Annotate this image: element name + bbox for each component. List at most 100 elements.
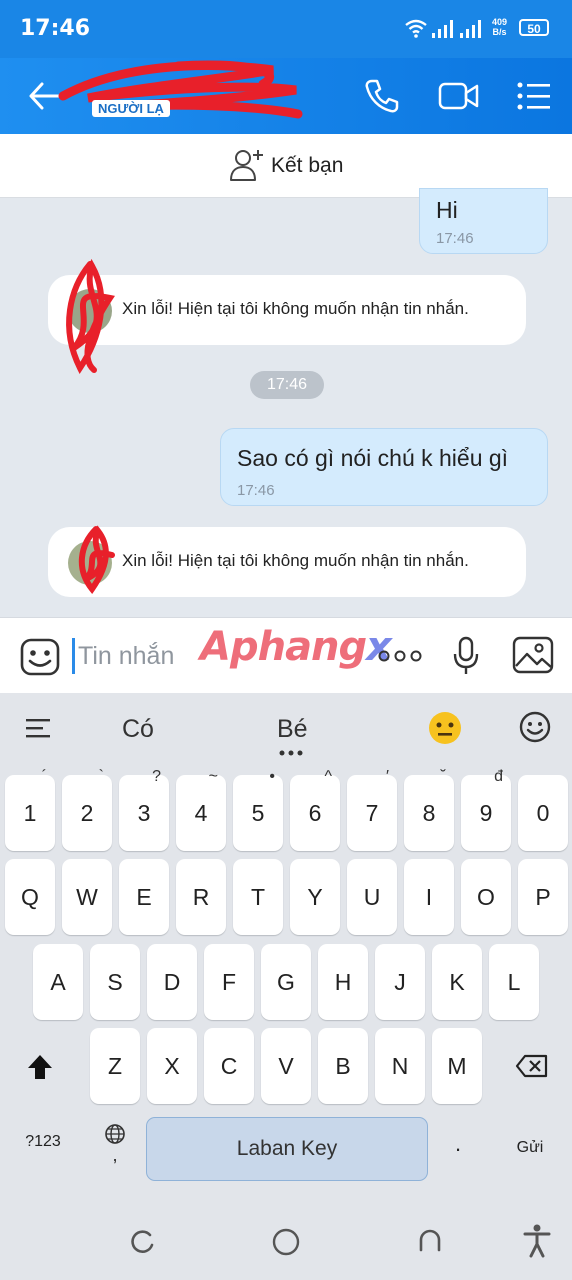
- key-j[interactable]: J: [375, 944, 425, 1020]
- outgoing-message-2[interactable]: Sao có gì nói chú k hiểu gì 17:46: [220, 428, 548, 506]
- neutral-face-emoji-icon[interactable]: [428, 711, 462, 745]
- key-6[interactable]: 6 ^: [290, 769, 340, 851]
- key-x[interactable]: X: [147, 1028, 197, 1104]
- add-friend-label: Kết bạn: [271, 154, 344, 177]
- key-hint: •: [269, 768, 275, 785]
- key-r[interactable]: R: [176, 859, 226, 935]
- key-i[interactable]: I: [404, 859, 454, 935]
- outgoing-message-1[interactable]: Hi 17:46: [419, 188, 548, 254]
- time-divider: 17:46: [250, 371, 324, 399]
- net-speed: 409 B/s: [492, 17, 507, 37]
- key-label: 2: [80, 800, 94, 826]
- key-2[interactable]: 2 `: [62, 769, 112, 851]
- back-nav-icon[interactable]: [417, 1228, 443, 1254]
- key-8[interactable]: 8 ˘: [404, 769, 454, 851]
- key-g[interactable]: G: [261, 944, 311, 1020]
- image-gallery-icon[interactable]: [512, 636, 554, 674]
- key-l[interactable]: L: [489, 944, 539, 1020]
- key-d[interactable]: D: [147, 944, 197, 1020]
- key-0[interactable]: 0: [518, 775, 568, 851]
- key-c[interactable]: C: [204, 1028, 254, 1104]
- send-key[interactable]: Gửi: [502, 1139, 558, 1157]
- microphone-icon[interactable]: [452, 636, 480, 676]
- sticker-emoji-icon[interactable]: [20, 638, 60, 676]
- redacted-avatar-scribble-1: [66, 258, 115, 374]
- key-label: 4: [194, 800, 208, 826]
- key-label: 9: [479, 800, 493, 826]
- key-b[interactable]: B: [318, 1028, 368, 1104]
- key-s[interactable]: S: [90, 944, 140, 1020]
- net-speed-value: 409: [492, 17, 508, 27]
- accessibility-icon[interactable]: [523, 1224, 551, 1258]
- more-options-icon[interactable]: [378, 650, 422, 662]
- key-hint: ´: [41, 768, 47, 785]
- more-suggestions-icon[interactable]: [279, 750, 303, 756]
- key-y[interactable]: Y: [290, 859, 340, 935]
- language-key[interactable]: ,: [96, 1123, 134, 1167]
- key-u[interactable]: U: [347, 859, 397, 935]
- text-cursor: [72, 638, 75, 674]
- system-nav-bar: [0, 1200, 572, 1280]
- comma-label: ,: [112, 1145, 118, 1165]
- backspace-key[interactable]: [502, 1028, 562, 1104]
- key-p[interactable]: P: [518, 859, 568, 935]
- keyboard: Có Bé 1 ´ 2 ` 3? 4 ~ 5 • 6 ^ 7 ′ 8 ˘ 9đ 0 Q W E…: [0, 693, 572, 1200]
- key-t[interactable]: T: [233, 859, 283, 935]
- key-3[interactable]: 3?: [119, 769, 169, 851]
- redacted-avatar-scribble-2: [78, 525, 115, 595]
- signal-icon-2: [460, 20, 481, 38]
- key-label: 1: [23, 800, 37, 826]
- symbols-key[interactable]: ?123: [10, 1133, 76, 1151]
- key-hint: `: [98, 768, 104, 785]
- message-time: 17:46: [436, 230, 474, 247]
- key-a[interactable]: A: [33, 944, 83, 1020]
- message-text: Hi: [436, 197, 458, 223]
- net-speed-unit: B/s: [492, 27, 507, 37]
- keyboard-menu-icon[interactable]: [26, 719, 52, 739]
- back-arrow-icon[interactable]: [28, 82, 62, 110]
- key-label: 7: [365, 800, 379, 826]
- recents-icon[interactable]: [130, 1229, 156, 1255]
- key-hint: đ: [494, 768, 503, 785]
- key-5[interactable]: 5 •: [233, 769, 283, 851]
- period-key[interactable]: .: [440, 1131, 476, 1157]
- shift-key[interactable]: [10, 1028, 70, 1104]
- key-m[interactable]: M: [432, 1028, 482, 1104]
- status-time: 17:46: [20, 16, 91, 41]
- video-call-icon[interactable]: [438, 80, 480, 112]
- key-v[interactable]: V: [261, 1028, 311, 1104]
- key-k[interactable]: K: [432, 944, 482, 1020]
- key-7[interactable]: 7 ′: [347, 769, 397, 851]
- key-4[interactable]: 4 ~: [176, 769, 226, 851]
- key-label: 3: [137, 800, 151, 826]
- globe-icon: [105, 1124, 125, 1144]
- key-label: 5: [251, 800, 265, 826]
- chat-header: NGƯỜI LẠ: [0, 58, 572, 134]
- home-icon[interactable]: [272, 1228, 300, 1256]
- system-message-text: Xin lỗi! Hiện tại tôi không muốn nhận ti…: [122, 299, 469, 318]
- key-q[interactable]: Q: [5, 859, 55, 935]
- suggestion-2[interactable]: Bé: [277, 715, 308, 744]
- message-input[interactable]: Tin nhắn: [78, 642, 174, 671]
- key-label: 6: [308, 800, 322, 826]
- key-n[interactable]: N: [375, 1028, 425, 1104]
- emoji-smiley-icon[interactable]: [519, 711, 551, 743]
- key-w[interactable]: W: [62, 859, 112, 935]
- menu-list-icon[interactable]: [517, 82, 551, 110]
- space-bar[interactable]: Laban Key: [146, 1117, 428, 1181]
- watermark-text-x: x: [366, 624, 392, 670]
- key-o[interactable]: O: [461, 859, 511, 935]
- key-1[interactable]: 1 ´: [5, 769, 55, 851]
- message-time: 17:46: [237, 482, 275, 499]
- phone-icon[interactable]: [364, 78, 400, 114]
- signal-icon-1: [432, 20, 453, 38]
- key-h[interactable]: H: [318, 944, 368, 1020]
- key-hint: ^: [324, 768, 332, 785]
- key-e[interactable]: E: [119, 859, 169, 935]
- key-f[interactable]: F: [204, 944, 254, 1020]
- shift-arrow-icon: [28, 1055, 52, 1079]
- key-z[interactable]: Z: [90, 1028, 140, 1104]
- stranger-badge: NGƯỜI LẠ: [92, 100, 170, 117]
- key-9[interactable]: 9đ: [461, 769, 511, 851]
- suggestion-1[interactable]: Có: [122, 715, 154, 744]
